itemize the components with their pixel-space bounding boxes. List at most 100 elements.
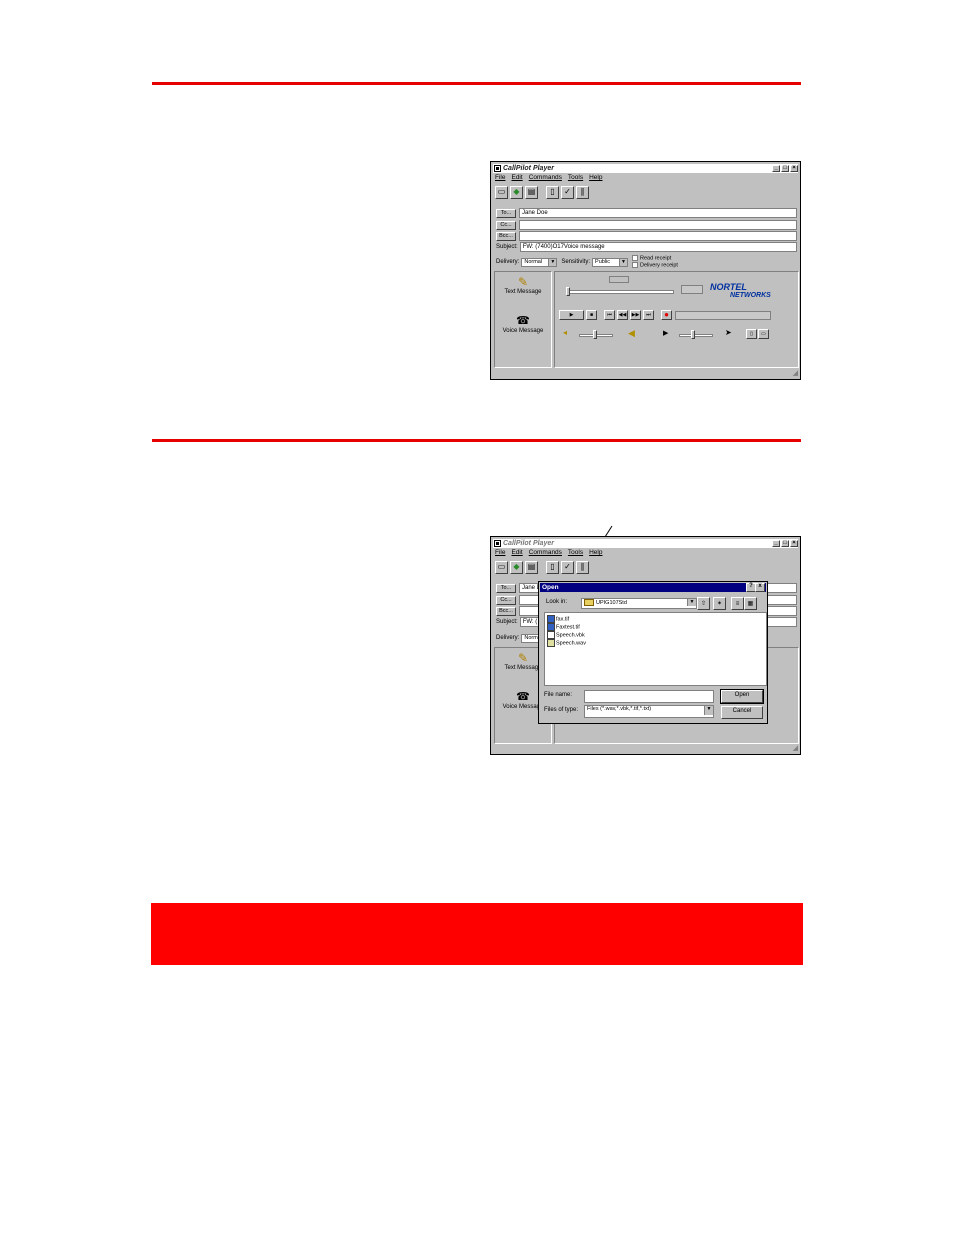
new-message-icon[interactable]: ▭ <box>495 185 508 199</box>
text-message-label: Text Message <box>504 289 542 295</box>
bcc-button[interactable]: Bcc... <box>496 231 516 241</box>
spellcheck-icon[interactable]: ✓ <box>561 185 574 199</box>
read-receipt-checkbox[interactable] <box>632 254 639 261</box>
to-row: To... Jane Doe <box>496 208 797 218</box>
cc-button[interactable]: Cc... <box>496 220 516 230</box>
new-message-icon[interactable]: ▭ <box>495 560 508 574</box>
attach-icon[interactable]: ∥ <box>576 185 589 199</box>
menu-tools[interactable]: Tools <box>568 549 583 557</box>
delivery-select[interactable]: Normal ▼ <box>521 257 558 267</box>
close-button[interactable]: × <box>790 165 798 172</box>
cancel-button[interactable]: Cancel <box>721 706 763 719</box>
rewind-button[interactable]: ◀◀ <box>617 310 628 320</box>
delivery-label: Delivery: <box>496 635 520 641</box>
skip-forward-button[interactable]: ⏭ <box>643 310 654 320</box>
fast-forward-button[interactable]: ▶▶ <box>630 310 641 320</box>
file-name-label: File name: <box>544 692 573 698</box>
bcc-field[interactable] <box>519 231 797 241</box>
position-slider-thumb[interactable] <box>566 287 570 296</box>
sensitivity-select[interactable]: Public ▼ <box>592 257 629 267</box>
attach-icon[interactable]: ∥ <box>576 560 589 574</box>
spellcheck-icon[interactable]: ✓ <box>561 560 574 574</box>
to-button[interactable]: To... <box>496 208 516 218</box>
position-slider[interactable] <box>566 290 674 294</box>
send-icon[interactable]: ◆ <box>510 560 523 574</box>
bcc-button[interactable]: Bcc... <box>496 606 516 616</box>
message-type-pane: ✎ Text Message ☎ Voice Message <box>494 271 552 368</box>
delivery-receipt-option[interactable]: Delivery receipt <box>632 262 678 269</box>
delivery-label: Delivery: <box>496 259 520 265</box>
audio-file-icon <box>547 639 555 647</box>
list-view-icon[interactable]: ≡ <box>731 597 744 610</box>
menu-help[interactable]: Help <box>589 549 602 557</box>
look-in-select[interactable]: UPIG107Std ▼ <box>581 598 697 609</box>
subject-label: Subject: <box>496 244 518 250</box>
minimize-button[interactable]: _ <box>772 540 780 547</box>
sensitivity-label: Sensitivity: <box>561 259 591 265</box>
menu-file[interactable]: File <box>495 174 505 182</box>
file-name-input[interactable] <box>584 690 714 703</box>
menu-edit[interactable]: Edit <box>511 549 522 557</box>
menu-help[interactable]: Help <box>589 174 602 182</box>
minimize-button[interactable]: _ <box>772 165 780 172</box>
section-rule-top <box>152 82 801 85</box>
speed-slider-thumb[interactable] <box>691 330 695 339</box>
title-bar: CallPilot Player _ □ × <box>493 539 798 548</box>
menu-commands[interactable]: Commands <box>529 174 562 182</box>
phone-playback-button[interactable]: ▯ <box>746 329 757 339</box>
time-readout <box>681 285 703 294</box>
menu-edit[interactable]: Edit <box>511 174 522 182</box>
menu-bar: File Edit Commands Tools Help <box>495 174 602 182</box>
menu-file[interactable]: File <box>495 549 505 557</box>
book-icon[interactable]: ▯ <box>546 185 559 199</box>
to-button[interactable]: To... <box>496 583 516 593</box>
record-level-bar <box>675 311 771 320</box>
voice-message-label: Voice Message <box>502 328 544 334</box>
text-message-item[interactable]: ✎ Text Message <box>497 276 549 296</box>
menu-commands[interactable]: Commands <box>529 549 562 557</box>
record-button[interactable]: ● <box>661 310 672 320</box>
file-item[interactable]: Speech.wav <box>547 639 586 647</box>
details-view-icon[interactable]: ▦ <box>744 597 757 610</box>
close-button[interactable]: × <box>790 540 798 547</box>
folder-icon <box>584 599 594 606</box>
app-icon <box>494 165 501 172</box>
up-folder-icon[interactable]: ⇧ <box>697 597 710 610</box>
play-button[interactable]: ▶ <box>559 310 584 320</box>
print-icon[interactable]: ▤ <box>525 560 538 574</box>
file-name: fax.tif <box>556 616 570 623</box>
to-field[interactable]: Jane Doe <box>519 208 797 218</box>
voice-message-item[interactable]: ☎ Voice Message <box>497 315 549 335</box>
toolbar: ▭ ◆ ▤ ▯ ✓ ∥ <box>495 559 589 575</box>
menu-tools[interactable]: Tools <box>568 174 583 182</box>
cc-button[interactable]: Cc... <box>496 595 516 605</box>
dialog-title: Open <box>542 584 559 591</box>
phone-icon: ☎ <box>516 315 530 327</box>
stop-button[interactable]: ■ <box>586 310 597 320</box>
speed-slider[interactable] <box>679 334 713 337</box>
read-receipt-option[interactable]: Read receipt <box>632 254 678 262</box>
resize-grip-icon[interactable]: ◢ <box>793 370 798 377</box>
cc-row: Cc... <box>496 220 797 230</box>
image-file-icon <box>547 623 555 631</box>
print-icon[interactable]: ▤ <box>525 185 538 199</box>
look-in-value: UPIG107Std <box>596 599 627 606</box>
cc-field[interactable] <box>519 220 797 230</box>
book-icon[interactable]: ▯ <box>546 560 559 574</box>
bcc-row: Bcc... <box>496 231 797 241</box>
dialog-close-button[interactable]: x <box>755 583 765 592</box>
computer-playback-button[interactable]: ▭ <box>758 329 769 339</box>
maximize-button[interactable]: □ <box>781 540 789 547</box>
new-folder-icon[interactable]: ✶ <box>713 597 726 610</box>
subject-field[interactable]: FW: (7400)O17Voice message <box>519 242 797 252</box>
maximize-button[interactable]: □ <box>781 165 789 172</box>
send-icon[interactable]: ◆ <box>510 185 523 199</box>
volume-slider-thumb[interactable] <box>593 330 597 339</box>
files-of-type-select[interactable]: Files (*.wav,*.vbk,*.tif,*.txt) ▼ <box>584 705 714 718</box>
open-button[interactable]: Open <box>720 689 764 704</box>
volume-low-icon: ◂ <box>563 328 568 337</box>
resize-grip-icon[interactable]: ◢ <box>793 745 798 752</box>
skip-back-button[interactable]: ⏮ <box>604 310 615 320</box>
delivery-value: Normal <box>524 258 543 265</box>
delivery-receipt-checkbox[interactable] <box>632 262 639 268</box>
